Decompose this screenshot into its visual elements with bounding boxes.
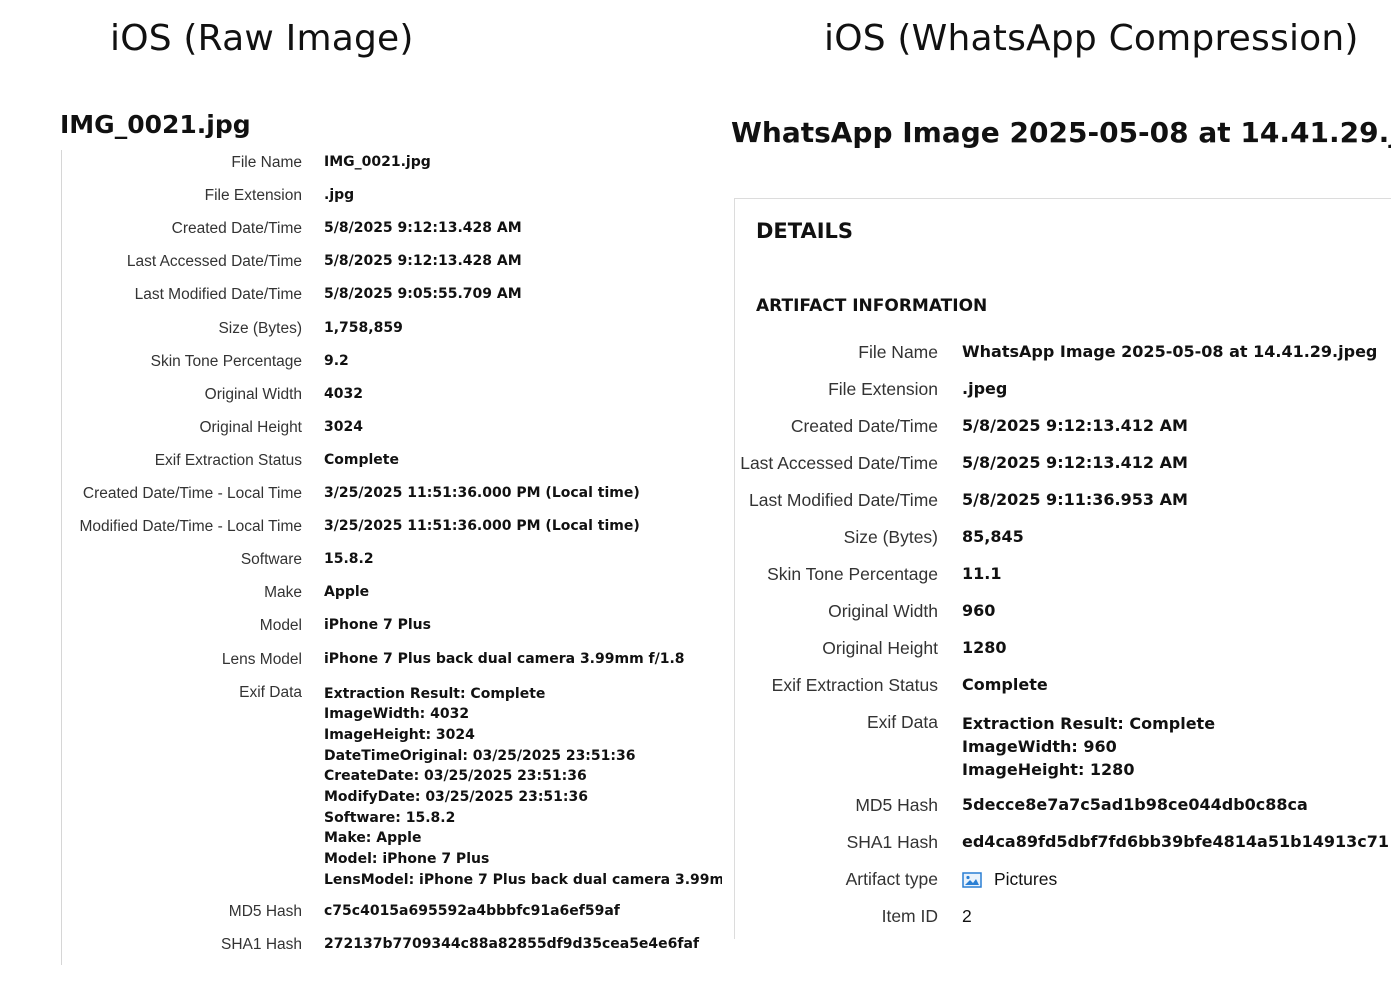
- left-properties-panel: File Name IMG_0021.jpg File Extension .jpg C…: [61, 150, 722, 965]
- property-label: Last Accessed Date/Time: [126, 253, 302, 271]
- artifact-type-value: Pictures: [994, 869, 1058, 889]
- property-label: MD5 Hash: [228, 902, 302, 920]
- property-value: 3/25/2025 11:51:36.000 PM (Local time): [324, 485, 640, 501]
- property-value: iPhone 7 Plus: [324, 617, 431, 634]
- property-value: ed4ca89fd5dbf7fd6bb39bfe4814a51b14913c71: [962, 832, 1389, 851]
- property-value: Pictures: [962, 869, 1057, 893]
- exif-line: Model: iPhone 7 Plus: [324, 851, 490, 868]
- property-label: Item ID: [881, 906, 938, 926]
- right-file-title: WhatsApp Image 2025-05-08 at 14.41.29.jp…: [731, 116, 1391, 149]
- property-label: Exif Data: [239, 683, 302, 701]
- property-value: Extraction Result: Complete ImageWidth: 9…: [962, 712, 1215, 781]
- property-value: Extraction Result: Complete ImageWidth: 4…: [324, 684, 722, 891]
- exif-line: Make: Apple: [324, 830, 422, 847]
- property-value: 272137b7709344c88a82855df9d35cea5e4e6faf: [324, 935, 700, 952]
- exif-line: ModifyDate: 03/25/2025 23:51:36: [324, 789, 588, 806]
- property-label: Artifact type: [845, 869, 938, 889]
- exif-line: DateTimeOriginal: 03/25/2025 23:51:36: [324, 747, 636, 764]
- property-value: .jpg: [324, 187, 355, 204]
- left-file-title: IMG_0021.jpg: [60, 110, 251, 139]
- property-label: Created Date/Time: [790, 416, 938, 436]
- property-label: Last Modified Date/Time: [134, 286, 302, 304]
- property-label: File Extension: [828, 379, 938, 399]
- property-value: 85,845: [962, 527, 1024, 546]
- property-value: IMG_0021.jpg: [324, 154, 431, 170]
- exif-line: Extraction Result: Complete: [962, 714, 1216, 733]
- property-value: 3/25/2025 11:51:36.000 PM (Local time): [324, 518, 640, 535]
- artifact-information-heading: ARTIFACT INFORMATION: [756, 296, 988, 316]
- property-value: 5/8/2025 9:11:36.953 AM: [962, 490, 1188, 509]
- property-label: Original Height: [199, 418, 302, 436]
- property-label: SHA1 Hash: [221, 935, 302, 953]
- property-value: Complete: [962, 675, 1048, 694]
- property-label: Created Date/Time - Local Time: [82, 485, 302, 502]
- property-label: Skin Tone Percentage: [767, 564, 938, 584]
- property-label: Exif Data: [867, 712, 938, 732]
- property-label: MD5 Hash: [855, 795, 938, 815]
- property-label: Make: [264, 584, 302, 602]
- property-label: Modified Date/Time - Local Time: [79, 518, 302, 536]
- property-label: Skin Tone Percentage: [150, 352, 302, 370]
- exif-line: Extraction Result: Complete: [324, 685, 546, 702]
- property-value: 9.2: [324, 352, 349, 369]
- property-label: File Name: [858, 342, 938, 362]
- property-value: 5/8/2025 9:12:13.428 AM: [324, 220, 522, 237]
- property-value: 15.8.2: [324, 551, 374, 568]
- exif-line: ImageWidth: 960: [962, 737, 1117, 756]
- details-heading: DETAILS: [756, 219, 854, 243]
- property-value: 2: [962, 906, 972, 926]
- property-label: Software: [240, 551, 302, 569]
- property-value: 960: [962, 601, 996, 620]
- exif-line: ImageHeight: 1280: [962, 760, 1135, 779]
- property-value: 5/8/2025 9:12:13.428 AM: [324, 253, 522, 270]
- right-details-panel: DETAILS ARTIFACT INFORMATION File Name Wh…: [734, 198, 1391, 939]
- property-value: c75c4015a695592a4bbbfc91a6ef59af: [324, 902, 620, 919]
- property-value: 3024: [324, 418, 363, 435]
- property-label: Model: [259, 617, 302, 635]
- property-value: 5/8/2025 9:12:13.412 AM: [962, 453, 1188, 472]
- property-label: Size (Bytes): [843, 527, 938, 547]
- caption-right: iOS (WhatsApp Compression): [824, 18, 1359, 59]
- property-label: Last Modified Date/Time: [748, 490, 938, 510]
- property-value: Apple: [324, 584, 370, 601]
- property-value: 4032: [324, 385, 363, 402]
- property-label: SHA1 Hash: [846, 832, 938, 852]
- property-value: Complete: [324, 451, 399, 468]
- property-value: 5decce8e7a7c5ad1b98ce044db0c88ca: [962, 795, 1308, 814]
- exif-line: Software: 15.8.2: [324, 809, 456, 826]
- exif-line: CreateDate: 03/25/2025 23:51:36: [324, 768, 587, 785]
- exif-line: LensModel: iPhone 7 Plus back dual camer…: [324, 871, 722, 888]
- property-label: Exif Extraction Status: [154, 451, 302, 469]
- property-value: .jpeg: [962, 379, 1008, 398]
- property-label: File Name: [231, 154, 302, 171]
- pictures-icon: [962, 872, 982, 893]
- property-value: 11.1: [962, 564, 1002, 583]
- property-label: Lens Model: [221, 650, 302, 668]
- property-value: 1,758,859: [324, 319, 403, 336]
- property-label: Last Accessed Date/Time: [740, 453, 938, 473]
- property-label: Original Width: [828, 601, 938, 621]
- caption-left: iOS (Raw Image): [110, 18, 414, 59]
- property-label: Exif Extraction Status: [771, 675, 938, 695]
- exif-line: ImageHeight: 3024: [324, 726, 475, 743]
- property-value: WhatsApp Image 2025-05-08 at 14.41.29.jp…: [962, 342, 1378, 361]
- property-label: Original Width: [204, 385, 302, 403]
- property-label: Size (Bytes): [218, 319, 302, 337]
- property-value: iPhone 7 Plus back dual camera 3.99mm f/…: [324, 650, 685, 667]
- property-value: 1280: [962, 638, 1007, 657]
- property-label: Created Date/Time: [171, 220, 302, 238]
- property-value: 5/8/2025 9:05:55.709 AM: [324, 286, 522, 303]
- property-value: 5/8/2025 9:12:13.412 AM: [962, 416, 1188, 435]
- property-label: Original Height: [822, 638, 938, 658]
- property-label: File Extension: [204, 187, 302, 205]
- exif-line: ImageWidth: 4032: [324, 706, 470, 723]
